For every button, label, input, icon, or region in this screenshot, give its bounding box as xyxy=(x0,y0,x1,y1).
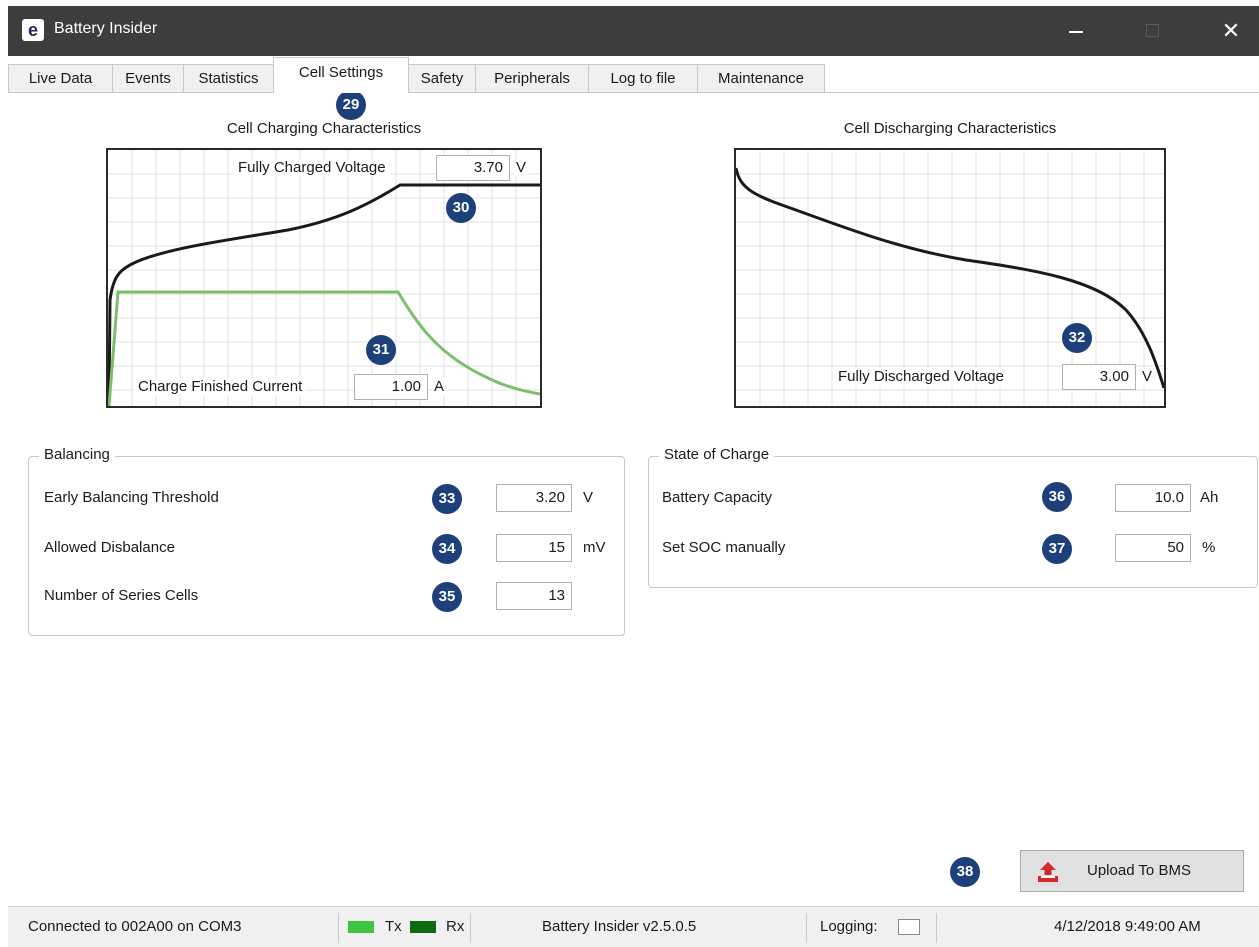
annotation-marker-31: 31 xyxy=(366,335,396,365)
set-soc-unit: % xyxy=(1202,539,1216,556)
full-voltage-label: Fully Charged Voltage xyxy=(234,159,390,176)
annotation-marker-33: 33 xyxy=(432,484,462,514)
battery-capacity-unit: Ah xyxy=(1200,489,1219,506)
annotation-marker-32: 32 xyxy=(1062,323,1092,353)
title-bar: e Battery Insider ✕ xyxy=(8,6,1259,56)
window-title: Battery Insider xyxy=(54,20,158,37)
early-balancing-label: Early Balancing Threshold xyxy=(44,489,219,506)
battery-capacity-label: Battery Capacity xyxy=(662,489,773,506)
rx-label: Rx xyxy=(446,918,465,935)
logging-indicator xyxy=(898,919,920,935)
early-balancing-input[interactable]: 3.20 xyxy=(496,484,572,512)
balancing-legend: Balancing xyxy=(39,446,115,463)
early-balancing-unit: V xyxy=(583,489,594,506)
annotation-marker-37: 37 xyxy=(1042,534,1072,564)
allowed-disbalance-label: Allowed Disbalance xyxy=(44,539,175,556)
tab-safety[interactable]: Safety xyxy=(408,64,476,93)
minimize-button[interactable] xyxy=(1056,14,1096,48)
allowed-disbalance-input[interactable]: 15 xyxy=(496,534,572,562)
set-soc-label: Set SOC manually xyxy=(662,539,786,556)
status-datetime: 4/12/2018 9:49:00 AM xyxy=(1054,918,1201,935)
tx-label: Tx xyxy=(385,918,402,935)
annotation-marker-35: 35 xyxy=(432,582,462,612)
minimize-icon xyxy=(1069,31,1083,33)
series-cells-label: Number of Series Cells xyxy=(44,587,199,604)
battery-capacity-input[interactable]: 10.0 xyxy=(1115,484,1191,512)
tab-events[interactable]: Events xyxy=(112,64,184,93)
status-separator xyxy=(806,913,807,943)
soc-legend: State of Charge xyxy=(659,446,775,463)
tab-divider xyxy=(8,92,1259,93)
full-voltage-input[interactable]: 3.70 xyxy=(436,155,510,181)
series-cells-input[interactable]: 13 xyxy=(496,582,572,610)
charging-chart-title: Cell Charging Characteristics xyxy=(226,120,422,137)
finish-current-label: Charge Finished Current xyxy=(134,378,307,395)
maximize-icon xyxy=(1146,24,1159,37)
status-bar: Connected to 002A00 on COM3 Tx Rx Batter… xyxy=(8,906,1259,947)
charging-chart: Fully Charged Voltage 3.70 V Charge Fini… xyxy=(106,148,542,408)
discharge-voltage-curve xyxy=(736,167,1164,389)
close-icon: ✕ xyxy=(1221,18,1241,43)
allowed-disbalance-unit: mV xyxy=(583,539,606,556)
tx-indicator xyxy=(348,921,374,933)
discharging-chart: Fully Discharged Voltage 3.00 V xyxy=(734,148,1166,408)
upload-label: Upload To BMS xyxy=(1087,862,1191,879)
discharging-chart-title: Cell Discharging Characteristics xyxy=(843,120,1057,137)
tab-peripherals[interactable]: Peripherals xyxy=(475,64,589,93)
tab-maintenance[interactable]: Maintenance xyxy=(697,64,825,93)
tab-cell-settings[interactable]: Cell Settings xyxy=(273,57,409,93)
annotation-marker-38: 38 xyxy=(950,857,980,887)
upload-icon xyxy=(1038,862,1058,882)
finish-current-unit: A xyxy=(432,378,447,395)
tab-statistics[interactable]: Statistics xyxy=(183,64,274,93)
annotation-marker-29: 29 xyxy=(336,90,366,120)
soc-group: State of Charge xyxy=(648,446,1258,588)
status-separator xyxy=(470,913,471,943)
logging-label: Logging: xyxy=(820,918,878,935)
tab-live-data[interactable]: Live Data xyxy=(8,64,113,93)
app-version: Battery Insider v2.5.0.5 xyxy=(542,918,697,935)
upload-to-bms-button[interactable]: Upload To BMS xyxy=(1020,850,1244,892)
set-soc-input[interactable]: 50 xyxy=(1115,534,1191,562)
full-voltage-unit: V xyxy=(514,159,529,176)
app-logo-icon: e xyxy=(22,19,44,41)
empty-voltage-input[interactable]: 3.00 xyxy=(1062,364,1136,390)
empty-voltage-label: Fully Discharged Voltage xyxy=(834,368,1008,385)
close-button[interactable]: ✕ xyxy=(1211,14,1251,48)
tab-bar: Live Data Events Statistics Cell Setting… xyxy=(8,56,1259,93)
annotation-marker-36: 36 xyxy=(1042,482,1072,512)
annotation-marker-30: 30 xyxy=(446,193,476,223)
status-separator xyxy=(338,913,339,943)
rx-indicator xyxy=(410,921,436,933)
charging-chart-plot xyxy=(108,150,540,406)
annotation-marker-34: 34 xyxy=(432,534,462,564)
connection-status: Connected to 002A00 on COM3 xyxy=(28,918,242,935)
finish-current-input[interactable]: 1.00 xyxy=(354,374,428,400)
maximize-button[interactable] xyxy=(1133,14,1173,48)
empty-voltage-unit: V xyxy=(1140,368,1155,385)
tab-log-to-file[interactable]: Log to file xyxy=(588,64,698,93)
status-separator xyxy=(936,913,937,943)
